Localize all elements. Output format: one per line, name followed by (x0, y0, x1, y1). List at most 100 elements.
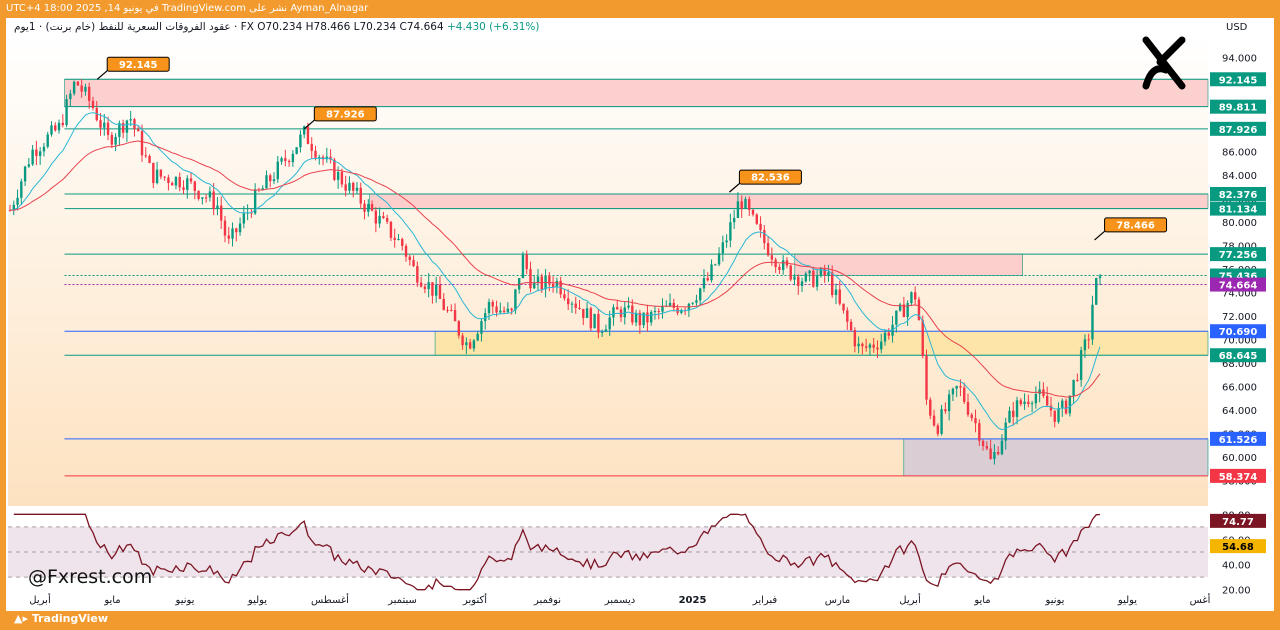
level-badge-label: 61.526 (1219, 435, 1258, 446)
x-tick-label: يونيو (175, 595, 195, 606)
candle-body (978, 423, 981, 441)
candle-body (570, 303, 574, 305)
candle-body (231, 228, 234, 239)
candle-body (355, 187, 359, 191)
candle-body (148, 155, 151, 163)
price-zone (369, 193, 1209, 209)
candle-body (336, 171, 340, 180)
candle-body (291, 153, 295, 163)
candle-body (932, 415, 936, 426)
candle-body (174, 176, 178, 186)
candle-body (1083, 339, 1087, 351)
candle-body (457, 321, 461, 336)
candle-body (363, 203, 366, 212)
candle-body (1057, 408, 1060, 422)
candle-body (182, 187, 185, 190)
y-tick-label: 80.000 (1222, 218, 1257, 229)
candle-body (382, 216, 385, 219)
candle-body (729, 222, 732, 241)
candle-body (612, 307, 615, 318)
candle-body (514, 289, 517, 311)
candle-body (970, 414, 973, 419)
candle-body (397, 239, 400, 241)
rsi-badge-label: 54.68 (1222, 542, 1254, 553)
candle-body (763, 230, 766, 244)
candle-body (921, 320, 924, 356)
candle-body (751, 209, 755, 215)
x-tick-label: نوفمبر (533, 595, 561, 606)
candle-body (280, 158, 283, 162)
level-badge-label: 77.256 (1219, 250, 1258, 261)
candle-body (525, 254, 528, 270)
candle-body (480, 321, 483, 334)
candle-body (736, 201, 740, 219)
candle-body (563, 294, 566, 299)
candle-body (1072, 379, 1075, 396)
candle-body (344, 184, 347, 191)
candle-body (985, 446, 989, 449)
candle-body (340, 171, 344, 185)
candle-body (974, 418, 977, 424)
candle-body (536, 276, 540, 283)
candle-body (838, 289, 841, 304)
candle-body (936, 425, 940, 434)
candle-body (1091, 304, 1094, 340)
candle-body (453, 310, 457, 322)
candle-body (781, 260, 785, 270)
candle-body (925, 355, 928, 400)
candle-body (755, 214, 758, 224)
candle-body (242, 213, 246, 224)
candle-body (476, 333, 479, 341)
candle-body (616, 307, 619, 310)
candle-body (834, 289, 838, 295)
level-badge-label: 92.145 (1219, 75, 1258, 86)
candle-body (717, 253, 721, 265)
candle-body (1049, 405, 1053, 411)
y-tick-label: 64.000 (1222, 406, 1257, 417)
rsi-badge-label: 74.77 (1222, 517, 1254, 528)
candle-body (1068, 395, 1072, 414)
candle-body (495, 306, 498, 313)
candle-body (306, 126, 310, 144)
candle-body (367, 204, 370, 212)
candle-body (1012, 410, 1015, 417)
candle-body (883, 332, 887, 342)
y-tick-label: 94.000 (1222, 53, 1257, 64)
candle-body (864, 346, 868, 348)
candle-body (106, 122, 110, 135)
level-badge-label: 87.926 (1219, 125, 1258, 136)
candle-body (50, 125, 53, 135)
candle-body (103, 122, 106, 128)
candle-body (574, 303, 577, 308)
candle-body (163, 176, 166, 178)
candle-body (348, 182, 351, 191)
candle-body (197, 190, 200, 199)
candle-body (129, 119, 132, 121)
chart-svg[interactable]: 94.00092.00090.00088.00086.00084.00082.0… (0, 0, 1280, 630)
candle-body (359, 187, 362, 204)
price-zone (794, 253, 1023, 276)
candle-body (404, 245, 408, 257)
candle-body (951, 388, 955, 395)
candle-body (804, 273, 808, 282)
candle-body (710, 264, 713, 281)
candle-body (502, 310, 506, 312)
level-badge-label: 68.645 (1219, 351, 1258, 362)
candle-body (589, 308, 593, 329)
candle-body (578, 307, 581, 309)
candle-body (887, 332, 890, 336)
candle-body (793, 276, 796, 280)
candle-body (238, 223, 242, 233)
candle-body (423, 286, 427, 290)
candle-body (137, 129, 140, 132)
candle-body (627, 305, 630, 308)
candle-body (378, 216, 381, 224)
candle-body (521, 254, 525, 279)
candle-body (533, 282, 536, 289)
candle-body (170, 182, 174, 186)
candle-body (706, 278, 709, 281)
x-tick-label: مارس (825, 595, 850, 606)
candle-body (419, 282, 423, 287)
candle-body (54, 125, 57, 131)
candle-body (597, 313, 600, 333)
